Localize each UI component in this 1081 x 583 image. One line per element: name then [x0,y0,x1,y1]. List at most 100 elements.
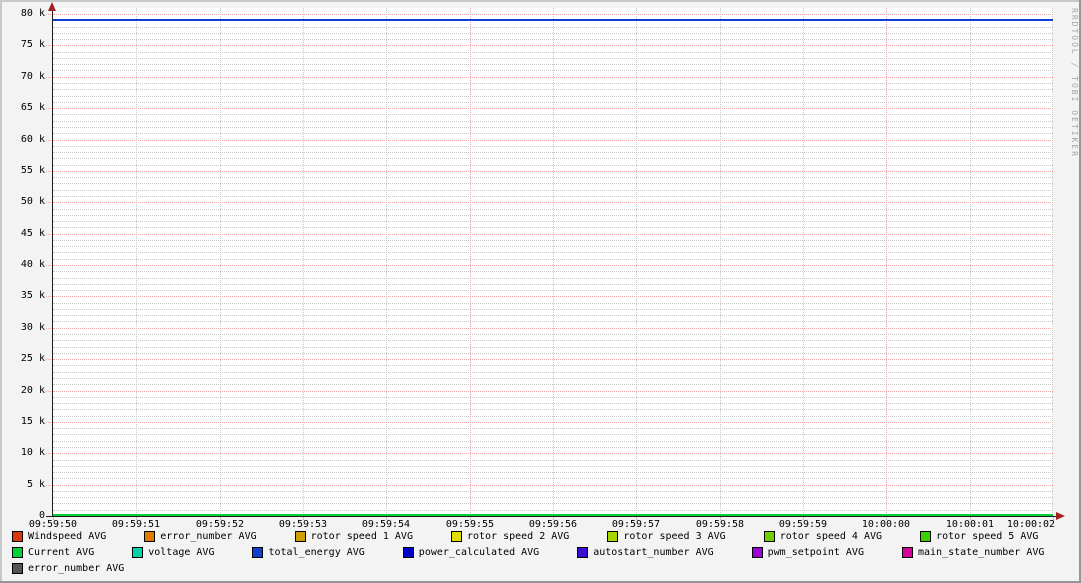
gridline-v-minor [553,8,554,517]
y-tick-label: 35 k [20,290,45,301]
legend-item-rotor-speed-2-avg: rotor speed 2 AVG [450,530,570,543]
legend-item-error-number-avg: error_number AVG [12,562,124,575]
x-tick-label: 09:59:51 [111,519,161,530]
gridline-v-minor [970,8,971,517]
legend-row: Windspeed AVG error_number AVG rotor speed… [12,530,1044,543]
legend-swatch-icon [132,547,144,558]
y-tick-label: 45 k [20,228,45,239]
legend-label: rotor speed 4 AVG [779,531,883,542]
y-tick-label: 75 k [20,39,45,50]
legend-item-error-number-avg: error_number AVG [144,530,257,543]
gridline-v-minor [303,8,304,517]
legend-swatch-icon [294,531,306,542]
legend-swatch-icon [607,531,619,542]
legend: Windspeed AVG error_number AVG rotor speed… [12,530,1044,578]
legend-swatch-icon [144,531,156,542]
x-tick-label: 09:59:57 [611,519,661,530]
x-tick-label: 10:00:01 [945,519,995,530]
legend-label: Windspeed AVG [28,531,107,542]
legend-label: pwm_setpoint AVG [767,547,864,558]
y-tick-label: 10 k [20,447,45,458]
legend-swatch-icon [252,547,264,558]
legend-item-main-state-number-avg: main_state_number AVG [901,546,1045,559]
y-axis-line [52,9,53,517]
y-tick-label: 30 k [20,322,45,333]
legend-row: Current AVG voltage AVG total_energy AVG po… [12,546,1044,559]
legend-label: error_number AVG [160,531,257,542]
legend-item-total-energy-avg: total_energy AVG [252,546,365,559]
legend-label: rotor speed 1 AVG [310,531,413,542]
gridline-v-minor [636,8,637,517]
gridline-v-minor [803,8,804,517]
series-line-total-energy-avg [53,19,1053,21]
frame-edge-top [0,0,1081,2]
legend-label: rotor speed 2 AVG [466,531,570,542]
gridline-v-minor [1052,8,1053,517]
y-tick-label: 50 k [20,196,45,207]
y-axis-arrow-icon [48,2,56,11]
x-tick-label: 09:59:53 [278,519,328,530]
frame-edge-left [0,0,2,583]
legend-label: rotor speed 5 AVG [936,531,1039,542]
x-tick-label: 10:00:02 [1006,519,1056,530]
x-tick-label: 09:59:54 [361,519,411,530]
gridline-v-major [886,8,887,517]
x-tick-label: 09:59:50 [28,519,78,530]
legend-swatch-icon [901,547,913,558]
legend-swatch-icon [450,531,462,542]
y-tick-label: 20 k [20,385,45,396]
y-tick-label: 65 k [20,102,45,113]
legend-item-rotor-speed-3-avg: rotor speed 3 AVG [607,530,726,543]
x-axis-arrow-icon [1056,512,1065,520]
rrdtool-graph: RRDTOOL / TOBI OETIKER Windspeed AVG erro… [0,0,1081,583]
legend-item-pwm-setpoint-avg: pwm_setpoint AVG [751,546,864,559]
gridline-v-minor [220,8,221,517]
y-tick-label: 60 k [20,134,45,145]
legend-swatch-icon [920,531,932,542]
y-tick-label: 5 k [26,479,45,490]
legend-swatch-icon [763,531,775,542]
legend-label: autostart_number AVG [593,547,714,558]
x-tick-label: 09:59:59 [778,519,828,530]
legend-item-rotor-speed-4-avg: rotor speed 4 AVG [763,530,883,543]
legend-item-voltage-avg: voltage AVG [132,546,214,559]
legend-item-rotor-speed-5-avg: rotor speed 5 AVG [920,530,1038,543]
plot-canvas [53,8,1053,517]
x-tick-label: 09:59:52 [195,519,245,530]
legend-swatch-icon [751,547,763,558]
gridline-v-minor [720,8,721,517]
y-tick-label: 40 k [20,259,45,270]
x-tick-label: 09:59:58 [695,519,745,530]
y-tick-label: 55 k [20,165,45,176]
x-tick-label: 09:59:55 [445,519,495,530]
legend-item-current-avg: Current AVG [12,546,94,559]
gridline-v-major [470,8,471,517]
legend-label: power_calculated AVG [418,547,540,558]
legend-label: voltage AVG [148,547,215,558]
legend-label: total_energy AVG [268,547,365,558]
legend-item-windspeed-avg: Windspeed AVG [12,530,106,543]
legend-swatch-icon [12,547,23,558]
gridline-v-minor [136,8,137,517]
watermark: RRDTOOL / TOBI OETIKER [1070,8,1079,158]
x-tick-label: 10:00:00 [861,519,911,530]
legend-label: Current AVG [28,547,95,558]
legend-item-rotor-speed-1-avg: rotor speed 1 AVG [294,530,413,543]
legend-swatch-icon [577,547,589,558]
x-tick-label: 09:59:56 [528,519,578,530]
legend-item-power-calculated-avg: power_calculated AVG [402,546,540,559]
x-axis-line [46,516,1058,517]
y-tick-label: 15 k [20,416,45,427]
legend-label: error_number AVG [28,563,125,574]
legend-label: main_state_number AVG [917,547,1045,558]
gridline-v-minor [386,8,387,517]
legend-swatch-icon [402,547,414,558]
legend-swatch-icon [12,531,23,542]
legend-item-autostart-number-avg: autostart_number AVG [577,546,714,559]
legend-swatch-icon [12,563,23,574]
y-tick-label: 25 k [20,353,45,364]
y-tick-label: 80 k [20,8,45,19]
legend-label: rotor speed 3 AVG [623,531,726,542]
legend-row: error_number AVG [12,562,1044,575]
y-tick-label: 70 k [20,71,45,82]
